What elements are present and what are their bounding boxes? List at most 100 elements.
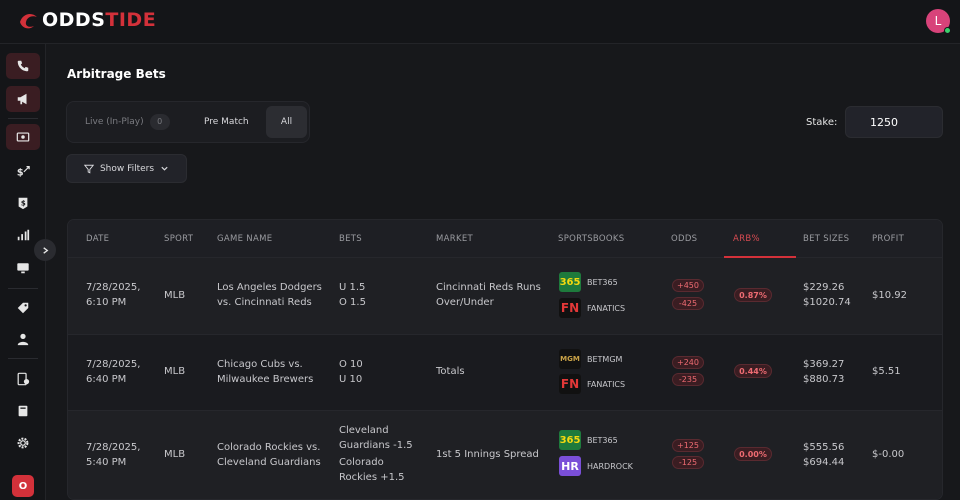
tab-pre-match[interactable]: Pre Match [204, 106, 249, 138]
row-sport: MLB [164, 449, 186, 460]
row-bet-2a: Colorado [339, 457, 384, 468]
page-title: Arbitrage Bets [67, 67, 166, 81]
header-sportsbooks[interactable]: SPORTSBOOKS [558, 234, 624, 244]
row-game-line-2: Cleveland Guardians [217, 457, 321, 468]
stake-label: Stake: [806, 117, 838, 128]
sportsbook-name: FANATICS [587, 379, 626, 389]
sportsbook-entry[interactable]: 365 BET365 [559, 430, 618, 450]
arb-percent-badge: 0.00% [734, 447, 772, 461]
odds-pill: -235 [672, 373, 704, 386]
document-dollar-icon[interactable] [6, 366, 40, 392]
dollar-trend-icon[interactable]: $ [6, 158, 40, 184]
row-game-line-1: Chicago Cubs vs. [217, 359, 303, 370]
megaphone-icon[interactable] [6, 86, 40, 112]
row-game-line-2: Milwaukee Brewers [217, 374, 314, 385]
header-game-name[interactable]: GAME NAME [217, 234, 272, 244]
sportsbook-name: BET365 [587, 435, 618, 445]
show-filters-button[interactable]: Show Filters [66, 154, 187, 183]
row-date: 7/28/2025, 5:40 PM [86, 440, 140, 470]
sidebar: $ $ O [0, 44, 46, 500]
row-profit: $5.51 [872, 366, 901, 377]
row-game-line-1: Colorado Rockies vs. [217, 442, 321, 453]
header-odds[interactable]: ODDS [671, 234, 697, 244]
sportsbook-name: FANATICS [587, 303, 626, 313]
dollar-badge-icon[interactable]: $ [6, 190, 40, 216]
table-row[interactable]: 7/28/2025, 6:40 PM MLB Chicago Cubs vs. Mi… [68, 335, 942, 411]
book-icon[interactable] [6, 398, 40, 424]
header-date[interactable]: DATE [86, 234, 109, 244]
tab-live-in-play[interactable]: Live (In-Play) 0 [85, 106, 170, 138]
row-bets: U 1.5 O 1.5 [339, 280, 366, 310]
online-status-dot [944, 27, 951, 34]
arbitrage-money-icon[interactable] [6, 124, 40, 150]
table-row[interactable]: 7/28/2025, 5:40 PM MLB Colorado Rockies v… [68, 411, 942, 499]
settings-gear-icon[interactable] [6, 430, 40, 456]
row-size-2: $1020.74 [803, 297, 851, 308]
row-bet-1b: Guardians -1.5 [339, 440, 413, 451]
header-market[interactable]: MARKET [436, 234, 473, 244]
table-header: DATE SPORT GAME NAME BETS MARKET SPORTSB… [68, 220, 942, 258]
sidebar-divider [8, 358, 38, 359]
row-market: 1st 5 Innings Spread [436, 449, 539, 460]
row-date: 7/28/2025, 6:10 PM [86, 280, 140, 310]
row-bet-2: O 1.5 [339, 297, 366, 308]
phone-icon[interactable] [6, 53, 40, 79]
user-icon[interactable] [6, 326, 40, 352]
row-market-line-2: Over/Under [436, 297, 494, 308]
arb-percent-badge: 0.87% [734, 288, 772, 302]
sportsbook-entry[interactable]: 365 BET365 [559, 272, 618, 292]
stake-input[interactable] [845, 106, 943, 138]
support-chat-button[interactable]: O [12, 475, 34, 497]
filter-funnel-icon [83, 164, 94, 173]
chevron-down-icon [161, 166, 168, 171]
row-bet-2b: Rockies +1.5 [339, 472, 405, 483]
sidebar-expand-button[interactable] [34, 239, 56, 261]
row-profit: $10.92 [872, 290, 907, 301]
header-bet-sizes[interactable]: BET SIZES [803, 234, 849, 244]
row-bets: O 10 U 10 [339, 357, 363, 387]
tag-icon[interactable] [6, 295, 40, 321]
tab-all[interactable]: All [266, 106, 307, 138]
row-bet-sizes: $229.26 $1020.74 [803, 280, 851, 310]
row-game-name: Colorado Rockies vs. Cleveland Guardians [217, 440, 321, 470]
row-game-name: Chicago Cubs vs. Milwaukee Brewers [217, 357, 313, 387]
tab-live-label: Live (In-Play) [85, 117, 144, 127]
sportsbook-entry[interactable]: FN FANATICS [559, 298, 625, 318]
odds-pill: +240 [672, 356, 704, 369]
row-sport: MLB [164, 366, 186, 377]
row-bet-2: U 10 [339, 374, 363, 385]
row-game-line-1: Los Angeles Dodgers [217, 282, 322, 293]
row-market: Totals [436, 366, 465, 377]
row-bet-1a: Cleveland [339, 425, 389, 436]
mode-segmented-control: Live (In-Play) 0 Pre Match All [66, 101, 310, 143]
row-bet-1: U 1.5 [339, 282, 366, 293]
bet365-logo: 365 [559, 272, 581, 292]
sportsbook-name: BET365 [587, 277, 618, 287]
betmgm-logo: MGM [559, 349, 581, 369]
sportsbook-name: HARDROCK [587, 461, 633, 471]
arb-percent-badge: 0.44% [734, 364, 772, 378]
fanatics-logo: FN [559, 374, 581, 394]
main-content: Arbitrage Bets Live (In-Play) 0 Pre Matc… [46, 44, 960, 500]
odds-pill: +125 [672, 439, 704, 452]
sportsbook-entry[interactable]: HR HARDROCK [559, 456, 633, 476]
live-count-badge: 0 [149, 114, 170, 130]
row-bet-sizes: $555.56 $694.44 [803, 440, 844, 470]
header-arb-percent[interactable]: ARB% [733, 234, 760, 244]
row-sport: MLB [164, 290, 186, 301]
header-bets[interactable]: BETS [339, 234, 362, 244]
sportsbook-entry[interactable]: FN FANATICS [559, 374, 625, 394]
header-sport[interactable]: SPORT [164, 234, 193, 244]
row-bet-sizes: $369.27 $880.73 [803, 357, 844, 387]
sportsbook-entry[interactable]: MGM BETMGM [559, 349, 622, 369]
hardrock-logo: HR [559, 456, 581, 476]
sidebar-divider [8, 288, 38, 289]
row-time: 6:10 PM [86, 297, 127, 308]
monitor-icon[interactable] [6, 255, 40, 281]
logo[interactable]: ODDSTIDE [18, 9, 156, 31]
row-size-2: $694.44 [803, 457, 845, 468]
header-profit[interactable]: PROFIT [872, 234, 904, 244]
table-row[interactable]: 7/28/2025, 6:10 PM MLB Los Angeles Dodger… [68, 258, 942, 335]
chevron-right-icon [42, 246, 48, 254]
show-filters-label: Show Filters [99, 163, 155, 174]
